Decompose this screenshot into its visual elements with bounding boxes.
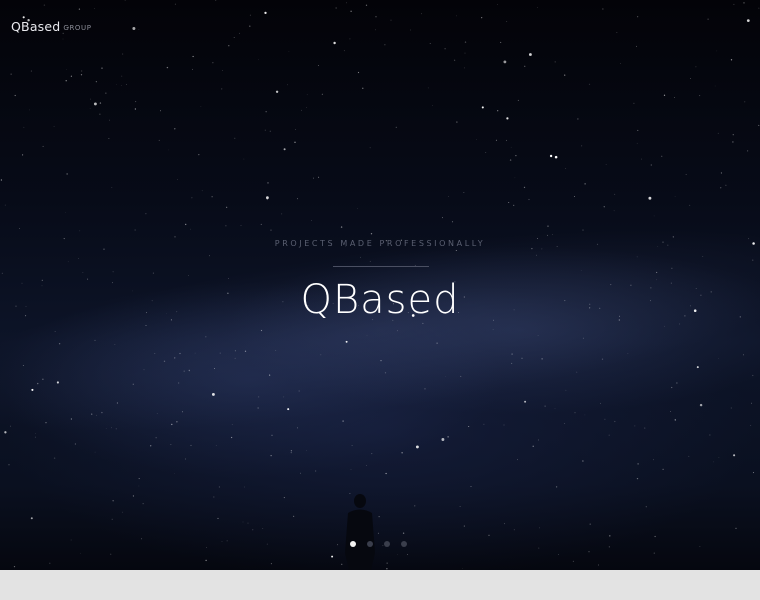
brand-logo[interactable]: QBased GROUP — [11, 19, 92, 34]
brand-suffix: GROUP — [63, 24, 92, 32]
slider-pagination — [350, 541, 407, 549]
silhouette-figure — [345, 494, 375, 570]
below-fold-section — [0, 570, 760, 600]
hero-tagline: PROJECTS MADE PROFESSIONALLY — [274, 239, 486, 248]
hero-section: QBased GROUP PROJECTS MADE PROFESSIONALLY… — [0, 0, 760, 570]
slide-dot-4[interactable] — [401, 541, 407, 547]
slide-dot-3[interactable] — [384, 541, 390, 547]
slide-dot-1[interactable] — [350, 541, 356, 547]
slide-dot-2[interactable] — [367, 541, 373, 547]
tagline-divider — [333, 266, 429, 267]
hero-title: QBased — [300, 277, 460, 323]
brand-name: QBased — [11, 19, 61, 34]
